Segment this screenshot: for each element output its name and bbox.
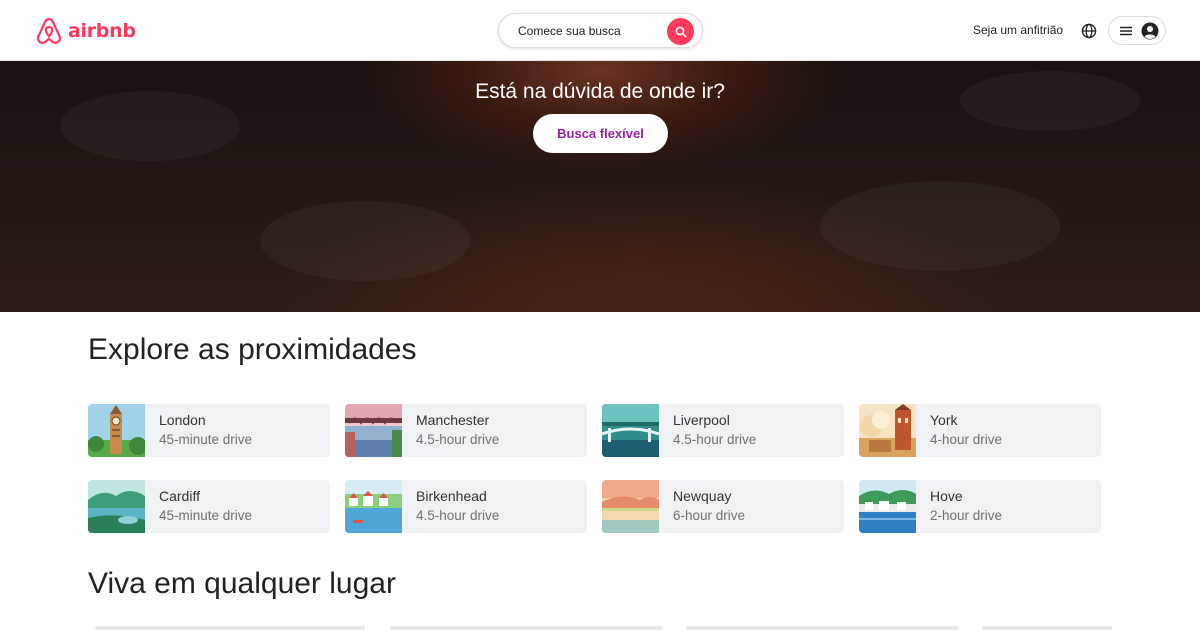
hero-banner: Está na dúvida de onde ir? Busca flexíve… [0, 61, 1200, 312]
destination-city: Birkenhead [416, 488, 487, 504]
destination-city: Liverpool [673, 412, 730, 428]
flexible-search-button[interactable]: Busca flexível [533, 114, 668, 153]
destination-card-london[interactable]: London 45-minute drive [88, 404, 330, 457]
destination-city: Cardiff [159, 488, 200, 504]
london-thumbnail [88, 404, 145, 457]
destination-text: Cardiff 45-minute drive [145, 487, 252, 526]
explore-nearby-title: Explore as proximidades [88, 333, 417, 366]
globe-icon[interactable] [1079, 21, 1099, 41]
search-icon [675, 26, 687, 38]
destination-drive-time: 45-minute drive [159, 508, 253, 523]
destination-text: Birkenhead 4.5-hour drive [402, 487, 499, 526]
destinations-grid: London 45-minute drive Manchester 4.5-ho… [88, 404, 1101, 533]
manchester-thumbnail [345, 404, 402, 457]
live-anywhere-card[interactable] [982, 626, 1112, 630]
destination-text: Hove 2-hour drive [916, 487, 1002, 526]
live-anywhere-card[interactable] [686, 626, 958, 630]
hero-background-shape [820, 181, 1060, 271]
menu-icon [1120, 26, 1132, 35]
user-avatar-icon [1141, 22, 1159, 39]
live-anywhere-title: Viva em qualquer lugar [88, 567, 396, 600]
user-menu-button[interactable] [1108, 16, 1166, 45]
destination-text: York 4-hour drive [916, 411, 1002, 450]
search-bar[interactable]: Comece sua busca [498, 13, 703, 48]
hove-thumbnail [859, 480, 916, 533]
become-host-link[interactable]: Seja um anfitrião [973, 23, 1063, 37]
destination-city: York [930, 412, 958, 428]
live-anywhere-card[interactable] [95, 626, 365, 630]
destination-drive-time: 6-hour drive [673, 508, 746, 523]
search-placeholder[interactable]: Comece sua busca [518, 24, 621, 38]
destination-drive-time: 4.5-hour drive [416, 508, 500, 523]
destination-city: London [159, 412, 206, 428]
destination-card-newquay[interactable]: Newquay 6-hour drive [602, 480, 844, 533]
destination-card-hove[interactable]: Hove 2-hour drive [859, 480, 1101, 533]
top-navigation-bar: airbnb Comece sua busca Seja um anfitriã… [0, 0, 1200, 61]
destination-city: Hove [930, 488, 963, 504]
logo-wordmark: airbnb [68, 20, 136, 42]
search-button[interactable] [667, 18, 694, 45]
newquay-thumbnail [602, 480, 659, 533]
york-thumbnail [859, 404, 916, 457]
live-anywhere-card[interactable] [390, 626, 662, 630]
liverpool-thumbnail [602, 404, 659, 457]
cardiff-thumbnail [88, 480, 145, 533]
destination-text: Liverpool 4.5-hour drive [659, 411, 756, 450]
destination-city: Newquay [673, 488, 732, 504]
destination-card-york[interactable]: York 4-hour drive [859, 404, 1101, 457]
hero-background-shape [260, 201, 470, 281]
birkenhead-thumbnail [345, 480, 402, 533]
destination-card-birkenhead[interactable]: Birkenhead 4.5-hour drive [345, 480, 587, 533]
destination-drive-time: 45-minute drive [159, 432, 253, 447]
airbnb-logo[interactable]: airbnb [35, 16, 136, 46]
destination-card-liverpool[interactable]: Liverpool 4.5-hour drive [602, 404, 844, 457]
destination-drive-time: 4.5-hour drive [416, 432, 500, 447]
destination-city: Manchester [416, 412, 490, 428]
destination-card-cardiff[interactable]: Cardiff 45-minute drive [88, 480, 330, 533]
destination-text: Manchester 4.5-hour drive [402, 411, 499, 450]
destination-card-manchester[interactable]: Manchester 4.5-hour drive [345, 404, 587, 457]
destination-drive-time: 2-hour drive [930, 508, 1003, 523]
hero-title: Está na dúvida de onde ir? [475, 80, 725, 103]
destination-text: Newquay 6-hour drive [659, 487, 745, 526]
destination-drive-time: 4-hour drive [930, 432, 1003, 447]
destination-text: London 45-minute drive [145, 411, 252, 450]
airbnb-logo-icon [36, 17, 62, 44]
destination-drive-time: 4.5-hour drive [673, 432, 757, 447]
